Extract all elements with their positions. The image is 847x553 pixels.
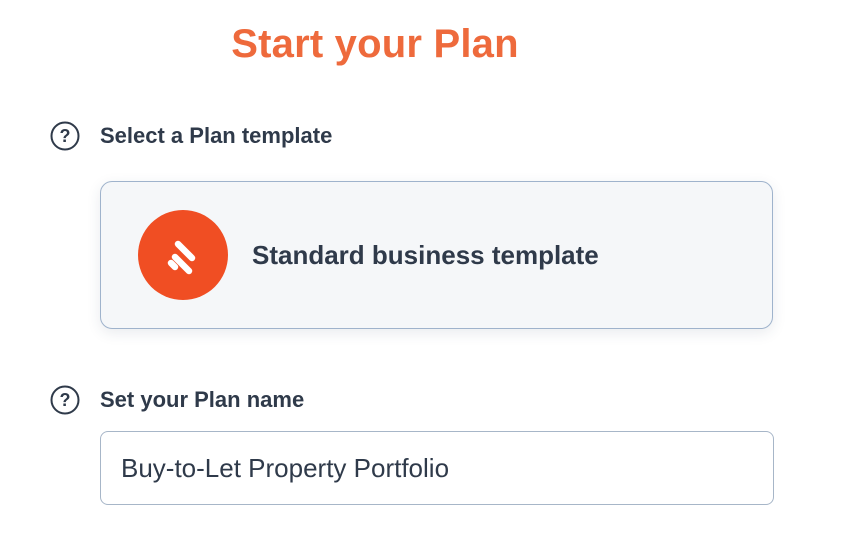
plan-name-label-text: Set your Plan name — [100, 387, 305, 412]
template-card[interactable]: Standard business template — [100, 181, 773, 329]
template-logo-icon — [138, 210, 228, 300]
template-label-text: Select a Plan template — [100, 123, 333, 148]
page-title: Start your Plan — [231, 22, 519, 66]
help-icon[interactable]: ? — [50, 121, 80, 151]
help-icon[interactable]: ? — [50, 385, 80, 415]
plan-name-section-label: ? Set your Plan name — [50, 383, 304, 417]
template-section-label: ? Select a Plan template — [50, 119, 332, 153]
plan-name-input[interactable] — [100, 431, 774, 505]
svg-text:?: ? — [60, 126, 71, 146]
svg-text:?: ? — [60, 390, 71, 410]
template-name: Standard business template — [252, 239, 599, 270]
